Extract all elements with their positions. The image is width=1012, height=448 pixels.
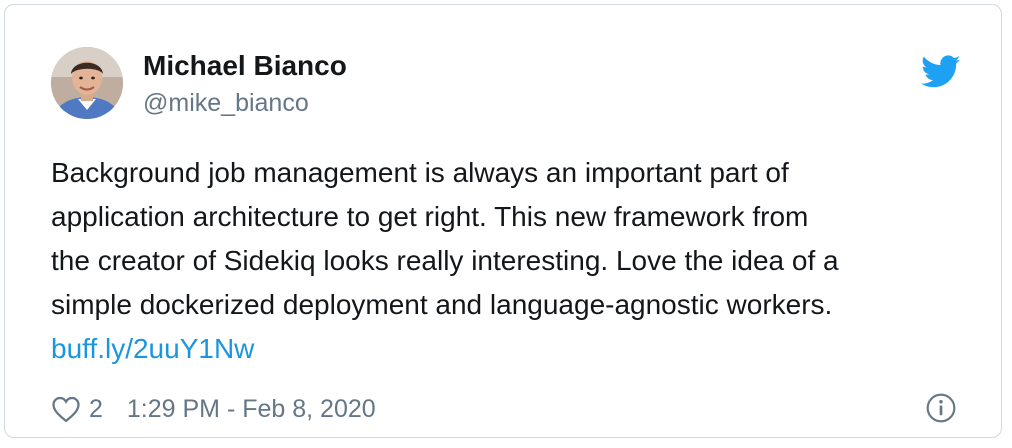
twitter-bird-icon[interactable] — [921, 55, 961, 89]
like-count[interactable]: 2 — [89, 395, 103, 424]
tweet-text-line: simple dockerized deployment and languag… — [51, 289, 833, 320]
avatar-image — [51, 47, 123, 119]
tweet-header: Michael Bianco @mike_bianco — [51, 45, 961, 125]
avatar[interactable] — [51, 47, 123, 119]
user-info: Michael Bianco @mike_bianco — [143, 49, 347, 119]
tweet-timestamp[interactable]: 1:29 PM - Feb 8, 2020 — [127, 395, 376, 424]
tweet-text-line: the creator of Sidekiq looks really inte… — [51, 245, 839, 276]
user-handle[interactable]: @mike_bianco — [143, 87, 347, 119]
display-name[interactable]: Michael Bianco — [143, 49, 347, 83]
tweet-text-line: Background job management is always an i… — [51, 157, 789, 188]
tweet-text: Background job management is always an i… — [51, 151, 971, 371]
tweet-link[interactable]: buff.ly/2uuY1Nw — [51, 327, 254, 371]
info-icon[interactable] — [925, 392, 957, 424]
tweet-text-line: application architecture to get right. T… — [51, 201, 809, 232]
tweet-footer: 2 1:29 PM - Feb 8, 2020 — [51, 391, 957, 427]
heart-icon[interactable] — [51, 395, 81, 423]
tweet-card: Michael Bianco @mike_bianco Background j… — [4, 4, 1002, 438]
